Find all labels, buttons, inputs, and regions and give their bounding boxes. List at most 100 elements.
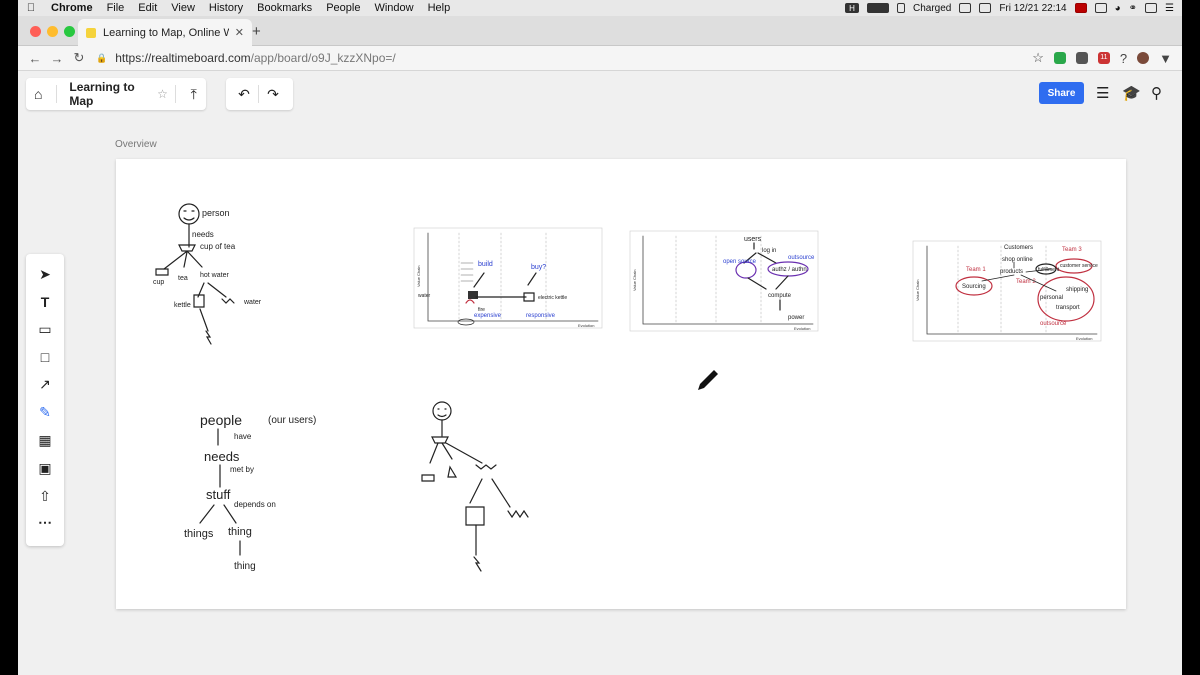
pencil-cursor-icon: [698, 370, 718, 390]
menu-view[interactable]: View: [164, 2, 202, 14]
datetime[interactable]: Fri 12/21 22:14: [999, 3, 1066, 14]
label-thing-2: thing: [234, 561, 256, 572]
label-depends-on: depends on: [234, 500, 276, 509]
board-title[interactable]: Learning to Map: [63, 80, 156, 108]
wardley-map-1[interactable]: Value Chain Evolution build buy? water e…: [413, 227, 603, 329]
label-water: water: [243, 299, 262, 306]
label-our-users: (our users): [268, 415, 316, 426]
teacup-icon: [178, 244, 196, 252]
app-red-icon[interactable]: [1074, 3, 1087, 13]
favorite-star-icon[interactable]: ☆: [156, 87, 168, 101]
back-button[interactable]: ←: [24, 51, 46, 66]
person-sketch[interactable]: person needs cup of tea cup tea hot wate…: [153, 203, 262, 345]
map3-note-shop-online: shop online: [1002, 257, 1033, 263]
minimize-window-button[interactable]: [47, 26, 58, 37]
undo-icon[interactable]: ↶: [230, 86, 258, 103]
map3-ylabel: Value Chain: [915, 280, 920, 302]
profile-avatar[interactable]: [1137, 52, 1150, 64]
menu-edit[interactable]: Edit: [131, 2, 164, 14]
share-button[interactable]: Share: [1039, 82, 1084, 104]
map3-note-transport: transport: [1056, 305, 1080, 311]
lock-icon: 🔒: [96, 52, 108, 63]
map3-note-team3: Team 3: [1062, 247, 1082, 253]
more-tools-icon[interactable]: ⋯: [26, 514, 64, 531]
chrome-menu-icon[interactable]: ▼: [1159, 51, 1172, 66]
map2-xlabel: Evolution: [794, 326, 810, 331]
label-person: person: [202, 208, 230, 218]
label-met-by: met by: [230, 465, 254, 474]
menu-help[interactable]: Help: [421, 2, 458, 14]
people-needs-tree-sketch[interactable]: people (our users) have needs met by stu…: [184, 412, 316, 572]
water-wave-icon: [221, 298, 235, 304]
reload-button[interactable]: ↻: [68, 50, 90, 66]
browser-actions: ☆ 11 ? ▼: [1032, 50, 1182, 66]
comment-icon[interactable]: ▣: [26, 460, 64, 477]
menu-people[interactable]: People: [319, 2, 367, 14]
settings-sliders-icon[interactable]: ☰: [1096, 84, 1109, 102]
export-upload-icon[interactable]: ⤒: [182, 86, 206, 103]
map3-note-products: products: [1000, 269, 1023, 275]
display-icon[interactable]: [959, 3, 972, 13]
creative-cloud-icon[interactable]: ⚭: [1129, 3, 1137, 14]
map1-note-buy: buy?: [531, 264, 546, 271]
label-kettle: kettle: [174, 302, 191, 309]
text-tool-icon[interactable]: T: [26, 294, 64, 310]
menu-bookmarks[interactable]: Bookmarks: [250, 2, 319, 14]
close-window-button[interactable]: [30, 26, 41, 37]
record-icon[interactable]: [866, 3, 889, 13]
sticky-note-icon[interactable]: ▭: [26, 321, 64, 338]
evernote-extension-icon[interactable]: [1053, 52, 1066, 64]
tab-close-icon[interactable]: ✕: [235, 26, 244, 39]
help-icon[interactable]: ?: [1120, 51, 1127, 66]
rectangle-shape-icon[interactable]: □: [26, 349, 64, 365]
volume-icon[interactable]: [1145, 3, 1158, 13]
wardley-map-2[interactable]: Value Chain Evolution users log in open …: [629, 230, 819, 332]
chart-icon[interactable]: [979, 3, 992, 13]
menu-window[interactable]: Window: [367, 2, 420, 14]
map3-note-personal: personal: [1040, 295, 1063, 301]
upload-icon[interactable]: ⇧: [26, 488, 64, 505]
board-canvas[interactable]: person needs cup of tea cup tea hot wate…: [116, 159, 1126, 609]
shield-extension-icon[interactable]: [1075, 52, 1088, 64]
map2-note-login: log in: [762, 248, 776, 254]
navigation-bar: ← → ↻ 🔒 https://realtimeboard.com/app/bo…: [18, 46, 1182, 71]
select-cursor-icon[interactable]: ➤: [26, 266, 64, 283]
map1-note-water: water: [418, 293, 431, 299]
map3-note-outsource: outsource: [1040, 321, 1067, 327]
battery-icon[interactable]: [896, 3, 905, 13]
calendar-extension-icon[interactable]: 11: [1097, 52, 1110, 64]
h-badge-icon[interactable]: H: [844, 3, 859, 13]
frame-tool-icon[interactable]: ▦: [26, 432, 64, 449]
dropbox-icon[interactable]: [1094, 3, 1107, 13]
forward-button[interactable]: →: [46, 51, 68, 66]
menu-file[interactable]: File: [100, 2, 132, 14]
label-things: things: [184, 528, 214, 540]
zoom-window-button[interactable]: [64, 26, 75, 37]
person-sketch-2[interactable]: [421, 401, 529, 572]
menu-history[interactable]: History: [202, 2, 250, 14]
map1-note-electric-kettle: electric kettle: [538, 295, 567, 301]
label-have: have: [234, 432, 252, 441]
arrow-line-icon[interactable]: ↗: [26, 376, 64, 393]
label-needs-tree: needs: [204, 449, 240, 464]
mac-menubar:  Chrome File Edit View History Bookmark…: [18, 0, 1182, 16]
frame-title[interactable]: Overview: [115, 139, 157, 150]
history-controls: ↶ ↷: [226, 78, 293, 110]
pen-tool-icon[interactable]: ✎: [26, 404, 64, 421]
search-icon[interactable]: ⚲: [1151, 84, 1162, 102]
redo-icon[interactable]: ↷: [259, 86, 287, 103]
board-header: ⌂ Learning to Map ☆ ⤒: [26, 78, 206, 110]
new-tab-button[interactable]: +: [252, 23, 261, 40]
left-toolbar: ➤ T ▭ □ ↗ ✎ ▦ ▣ ⇧ ⋯: [26, 254, 64, 546]
learning-center-icon[interactable]: 🎓: [1122, 84, 1141, 102]
list-icon[interactable]: ☰: [1165, 3, 1174, 14]
apple-icon[interactable]: : [18, 2, 44, 14]
home-icon[interactable]: ⌂: [26, 86, 50, 102]
wifi-icon[interactable]: ◕: [1115, 3, 1121, 14]
wardley-map-3[interactable]: Value Chain Evolution Customers shop onl…: [912, 240, 1102, 342]
menu-chrome[interactable]: Chrome: [44, 2, 100, 14]
bookmark-star-icon[interactable]: ☆: [1032, 50, 1044, 66]
address-bar[interactable]: 🔒 https://realtimeboard.com/app/board/o9…: [96, 51, 396, 65]
overview-frame[interactable]: person needs cup of tea cup tea hot wate…: [116, 159, 1126, 609]
browser-tab[interactable]: Learning to Map, Online Whiteb ✕: [78, 19, 252, 46]
